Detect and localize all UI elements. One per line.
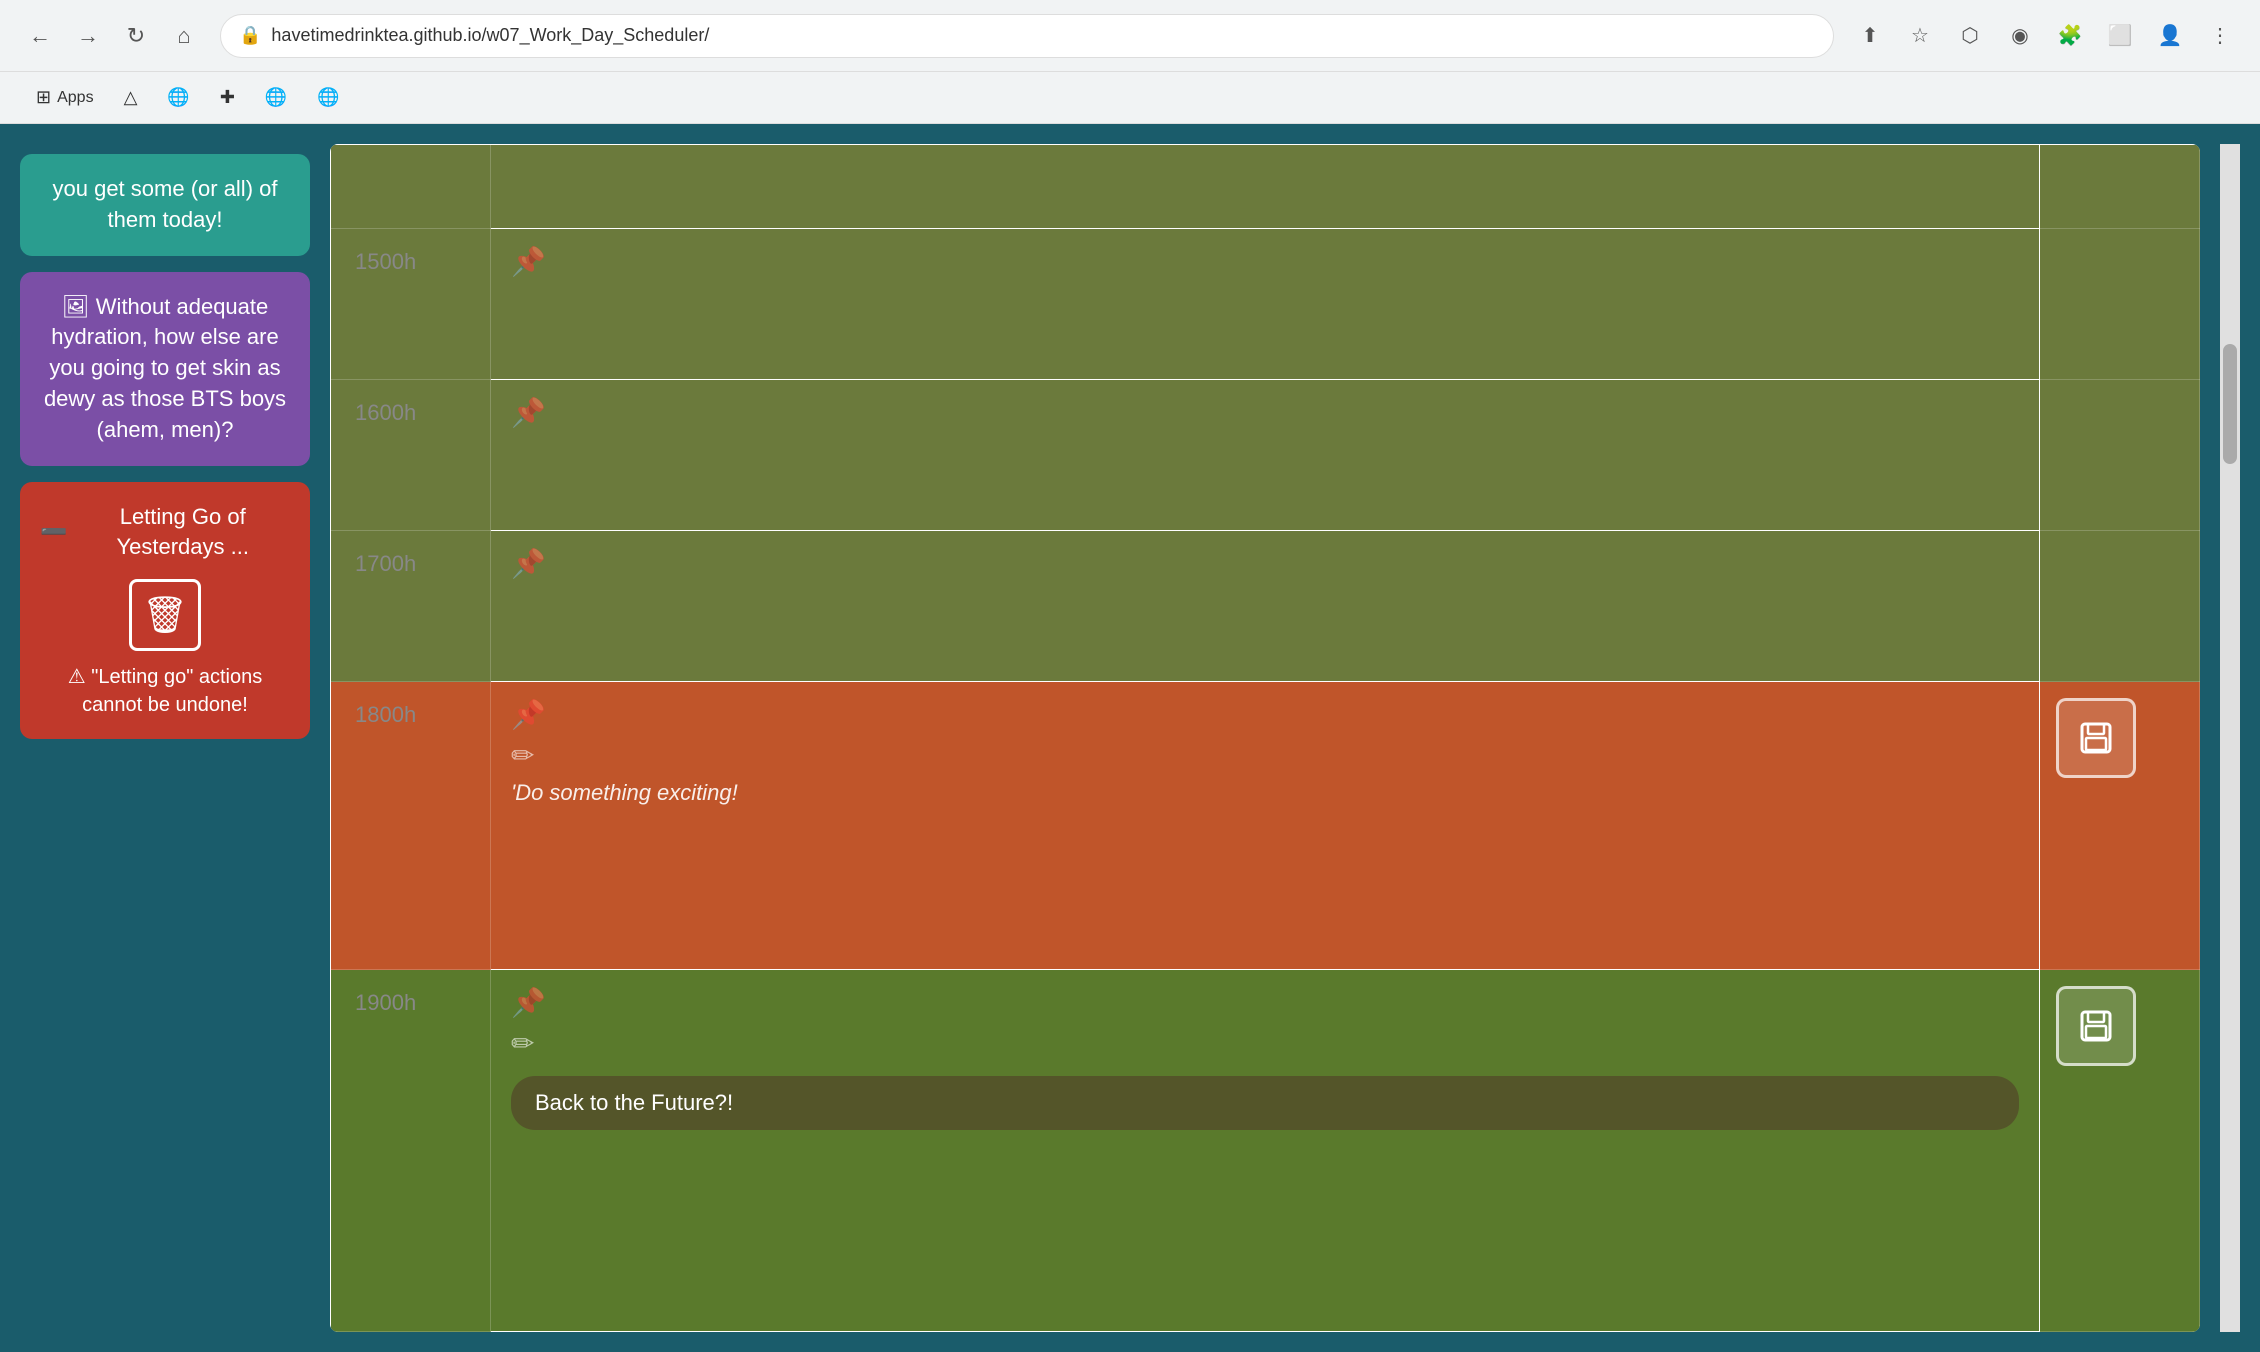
home-button[interactable]: ⌂ (164, 16, 204, 56)
task-cell-1900[interactable]: 📌 ✏ (491, 970, 2040, 1332)
table-row: 1900h 📌 ✏ (331, 970, 2200, 1332)
globe-icon-3: 🌐 (317, 87, 339, 108)
globe-icon-1: 🌐 (167, 87, 189, 108)
bookmarks-bar: ⊞ Apps △ 🌐 ✚ 🌐 🌐 (0, 72, 2260, 124)
tip-card: you get some (or all) of them today! (20, 154, 310, 256)
drive-icon: △ (124, 87, 138, 108)
time-label-1700: 1700h (355, 551, 416, 576)
edit-icon-1900[interactable]: ✏ (511, 1027, 2019, 1060)
action-cell-1500 (2040, 228, 2200, 379)
table-row: 1800h 📌 ✏ 'Do something exciting! (331, 682, 2200, 970)
pin-icon-1700: 📌 (511, 547, 2019, 580)
action-cell-1700 (2040, 531, 2200, 682)
time-cell-1800: 1800h (331, 682, 491, 970)
grid-icon: ⊞ (36, 87, 51, 108)
task-text-1800: 'Do something exciting! (511, 780, 2019, 806)
trash-icon-box[interactable]: 🗑 (129, 579, 201, 651)
time-cell-1900: 1900h (331, 970, 491, 1332)
globe-bookmark-2[interactable]: 🌐 (253, 81, 299, 114)
table-row: 1700h 📌 (331, 531, 2200, 682)
warning-message: "Letting go" actions cannot be undone! (82, 666, 262, 716)
apps-bookmark[interactable]: ⊞ Apps (24, 81, 106, 114)
pin-icon-1900: 📌 (511, 986, 2019, 1019)
nav-buttons: ← → ↻ ⌂ (20, 16, 204, 56)
trash-container: 🗑 (40, 579, 290, 651)
globe-icon-2: 🌐 (265, 87, 287, 108)
time-cell-1500: 1500h (331, 228, 491, 379)
warning-icon: ⚠ (68, 666, 86, 688)
time-label-1600: 1600h (355, 400, 416, 425)
address-bar[interactable]: 🔒 havetimedrinktea.github.io/w07_Work_Da… (220, 14, 1834, 58)
time-cell-1700: 1700h (331, 531, 491, 682)
table-row (331, 145, 2200, 229)
time-label-1500: 1500h (355, 249, 416, 274)
trash-icon: 🗑 (142, 590, 188, 640)
pin-icon-1500: 📌 (511, 245, 2019, 278)
left-sidebar: you get some (or all) of them today! 🖼 W… (20, 144, 310, 1332)
reload-button[interactable]: ↻ (116, 16, 156, 56)
task-cell-1600[interactable]: 📌 (491, 379, 2040, 530)
task-cell-1800[interactable]: 📌 ✏ 'Do something exciting! (491, 682, 2040, 970)
time-label-1900: 1900h (355, 990, 416, 1015)
pin-icon-1600: 📌 (511, 396, 2019, 429)
action-cell-1800 (2040, 682, 2200, 970)
extension-button-2[interactable]: ◉ (2000, 16, 2040, 56)
action-cell (2040, 145, 2200, 229)
letting-go-title: ➖ Letting Go of Yesterdays ... (40, 502, 290, 564)
scheduler-table: 1500h 📌 1600h 📌 (330, 144, 2200, 1332)
time-cell-1600: 1600h (331, 379, 491, 530)
drive-bookmark[interactable]: △ (112, 81, 150, 114)
hydration-card: 🖼 Without adequate hydration, how else a… (20, 272, 310, 466)
bookmark-button[interactable]: ☆ (1900, 16, 1940, 56)
scrollbar-thumb[interactable] (2223, 344, 2237, 464)
lock-icon: 🔒 (239, 25, 261, 46)
browser-bar: ← → ↻ ⌂ 🔒 havetimedrinktea.github.io/w07… (0, 0, 2260, 72)
scrollbar-track[interactable] (2220, 144, 2240, 1332)
task-cell-1500[interactable]: 📌 (491, 228, 2040, 379)
warning-text: ⚠ "Letting go" actions cannot be undone! (40, 663, 290, 719)
task-input-1900[interactable] (511, 1076, 2019, 1130)
url-text: havetimedrinktea.github.io/w07_Work_Day_… (271, 25, 1815, 46)
table-row: 1500h 📌 (331, 228, 2200, 379)
minus-icon: ➖ (40, 517, 67, 548)
back-button[interactable]: ← (20, 16, 60, 56)
profile-button[interactable]: 👤 (2150, 16, 2190, 56)
task-cell (491, 145, 2040, 229)
hydration-icon: 🖼 (62, 294, 90, 319)
action-cell-1600 (2040, 379, 2200, 530)
extension-button-1[interactable]: ⬡ (1950, 16, 1990, 56)
letting-go-title-text: Letting Go of Yesterdays ... (75, 502, 290, 564)
globe-bookmark-1[interactable]: 🌐 (155, 81, 201, 114)
letting-go-card: ➖ Letting Go of Yesterdays ... 🗑 ⚠ "Lett… (20, 482, 310, 740)
save-button-1800[interactable] (2056, 698, 2136, 778)
pin-icon-1800: 📌 (511, 698, 2019, 731)
browser-actions: ⬆ ☆ ⬡ ◉ 🧩 ⬜ 👤 ⋮ (1850, 16, 2240, 56)
save-button-1900[interactable] (2056, 986, 2136, 1066)
menu-button[interactable]: ⋮ (2200, 16, 2240, 56)
time-cell (331, 145, 491, 229)
action-cell-1900 (2040, 970, 2200, 1332)
scheduler-container: 1500h 📌 1600h 📌 (330, 144, 2200, 1332)
plus-bookmark[interactable]: ✚ (208, 81, 247, 114)
edit-icon-1800[interactable]: ✏ (511, 739, 2019, 772)
apps-label: Apps (57, 89, 93, 107)
globe-bookmark-3[interactable]: 🌐 (305, 81, 351, 114)
task-cell-1700[interactable]: 📌 (491, 531, 2040, 682)
plus-icon: ✚ (220, 87, 235, 108)
puzzle-button[interactable]: 🧩 (2050, 16, 2090, 56)
time-label-1800: 1800h (355, 702, 416, 727)
window-button[interactable]: ⬜ (2100, 16, 2140, 56)
forward-button[interactable]: → (68, 16, 108, 56)
tip-text: you get some (or all) of them today! (53, 176, 278, 232)
main-content: you get some (or all) of them today! 🖼 W… (0, 124, 2260, 1352)
share-button[interactable]: ⬆ (1850, 16, 1890, 56)
table-row: 1600h 📌 (331, 379, 2200, 530)
